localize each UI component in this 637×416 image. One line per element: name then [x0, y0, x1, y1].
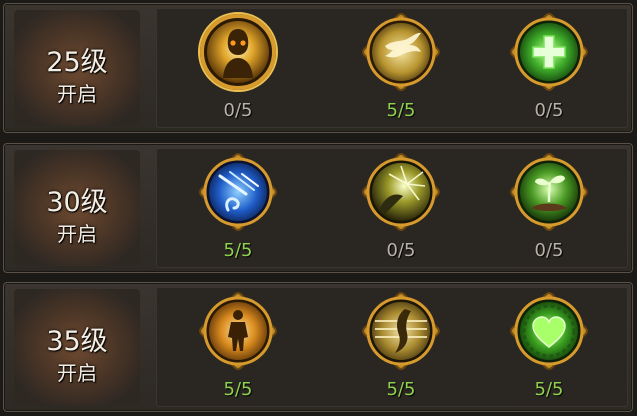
- level-label: 35级: [46, 326, 108, 357]
- skill-panel: 0/5 5/5 0/5: [156, 8, 628, 128]
- golden-warrior-icon[interactable]: [198, 12, 278, 92]
- level-requirement: 30级 开启: [14, 150, 140, 266]
- level-requirement: 25级 开启: [14, 10, 140, 126]
- blue-meteor-icon[interactable]: [198, 152, 278, 232]
- unlock-status: 开启: [57, 82, 97, 106]
- level-label: 25级: [46, 47, 108, 78]
- unlock-status: 开启: [57, 361, 97, 385]
- skill-slot[interactable]: 5/5: [487, 287, 607, 407]
- skill-slot[interactable]: 0/5: [487, 8, 607, 128]
- skill-slot[interactable]: 5/5: [176, 148, 296, 268]
- talent-row-35: 35级 开启 5/5 5/5 5/5: [3, 282, 633, 412]
- level-requirement: 35级 开启: [14, 289, 140, 405]
- skill-progress: 5/5: [386, 379, 416, 400]
- skill-progress: 0/5: [534, 240, 564, 261]
- skill-progress: 0/5: [386, 240, 416, 261]
- skill-panel: 5/5: [156, 287, 628, 407]
- skill-progress: 5/5: [386, 100, 416, 121]
- talent-row-30: 30级 开启 5/5 0/5 0/5: [3, 143, 633, 273]
- skill-slot[interactable]: 0/5: [176, 8, 296, 128]
- skill-slot[interactable]: 5/5: [339, 287, 459, 407]
- skill-progress: 0/5: [534, 100, 564, 121]
- skill-progress: 0/5: [223, 100, 253, 121]
- skill-slot[interactable]: 5/5: [176, 287, 296, 407]
- green-heart-icon[interactable]: [509, 291, 589, 371]
- golden-feather-icon[interactable]: [361, 291, 441, 371]
- talent-row-25: 25级 开启 0/5 5/5 0/5: [3, 3, 633, 133]
- skill-progress: 5/5: [223, 240, 253, 261]
- skill-panel: 5/5: [156, 148, 628, 268]
- skill-progress: 5/5: [223, 379, 253, 400]
- skill-slot[interactable]: 0/5: [487, 148, 607, 268]
- skill-progress: 5/5: [534, 379, 564, 400]
- unlock-status: 开启: [57, 222, 97, 246]
- skill-slot[interactable]: 0/5: [339, 148, 459, 268]
- green-heal-cross-icon[interactable]: [509, 12, 589, 92]
- talent-rows: 25级 开启 0/5 5/5 0/5 30级 开启 5/5 0/5 0/5 35…: [0, 0, 637, 416]
- skill-slot[interactable]: 5/5: [339, 8, 459, 128]
- green-sprout-icon[interactable]: [509, 152, 589, 232]
- light-burst-icon[interactable]: [361, 152, 441, 232]
- golden-figure-icon[interactable]: [198, 291, 278, 371]
- golden-bird-icon[interactable]: [361, 12, 441, 92]
- level-label: 30级: [46, 187, 108, 218]
